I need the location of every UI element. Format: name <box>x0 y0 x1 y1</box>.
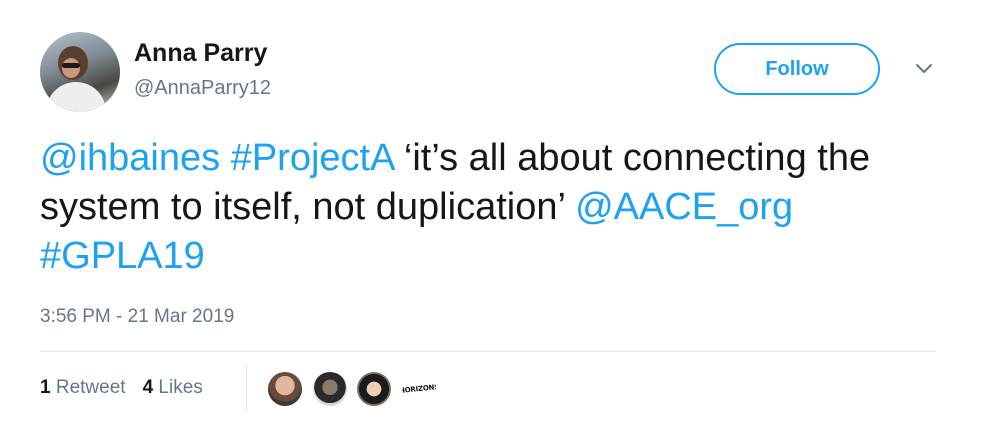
tweet-timestamp[interactable]: 3:56 PM - 21 Mar 2019 <box>40 305 234 329</box>
tweet-text: @ihbaines #ProjectA ‘it’s all about conn… <box>40 134 920 281</box>
stats-separator <box>246 364 247 412</box>
mention-link[interactable]: @AACE_org <box>575 186 793 228</box>
author-name[interactable]: Anna Parry <box>134 38 267 68</box>
avatar-face <box>62 58 80 78</box>
author-handle[interactable]: @AnnaParry12 <box>134 76 271 100</box>
likes-count: 4 <box>142 377 154 398</box>
hashtag-link[interactable]: #GPLA19 <box>40 235 205 277</box>
retweet-label: Retweet <box>55 377 126 398</box>
mention-link[interactable]: @ihbaines <box>40 137 220 179</box>
avatar-shirt <box>46 82 106 112</box>
liker-avatar[interactable] <box>313 372 347 406</box>
retweet-count-link[interactable]: 1 Retweet <box>40 376 126 400</box>
chevron-down-icon[interactable] <box>914 62 934 76</box>
likes-count-link[interactable]: 4 Likes <box>143 376 203 400</box>
horizons-logo-text: HORIZONS <box>402 382 436 396</box>
avatar-sunglasses <box>62 63 80 68</box>
divider <box>40 351 936 352</box>
retweet-count: 1 <box>40 377 51 398</box>
liker-avatar-horizons-logo[interactable]: HORIZONS <box>402 372 436 406</box>
tweet-stats: 1 Retweet 4 Likes <box>40 376 220 400</box>
author-avatar[interactable] <box>40 32 120 112</box>
hashtag-link[interactable]: #ProjectA <box>231 137 394 179</box>
liker-avatar[interactable] <box>357 372 391 406</box>
follow-button[interactable]: Follow <box>714 43 880 95</box>
likes-label: Likes <box>158 377 203 398</box>
liker-avatar[interactable] <box>268 372 302 406</box>
